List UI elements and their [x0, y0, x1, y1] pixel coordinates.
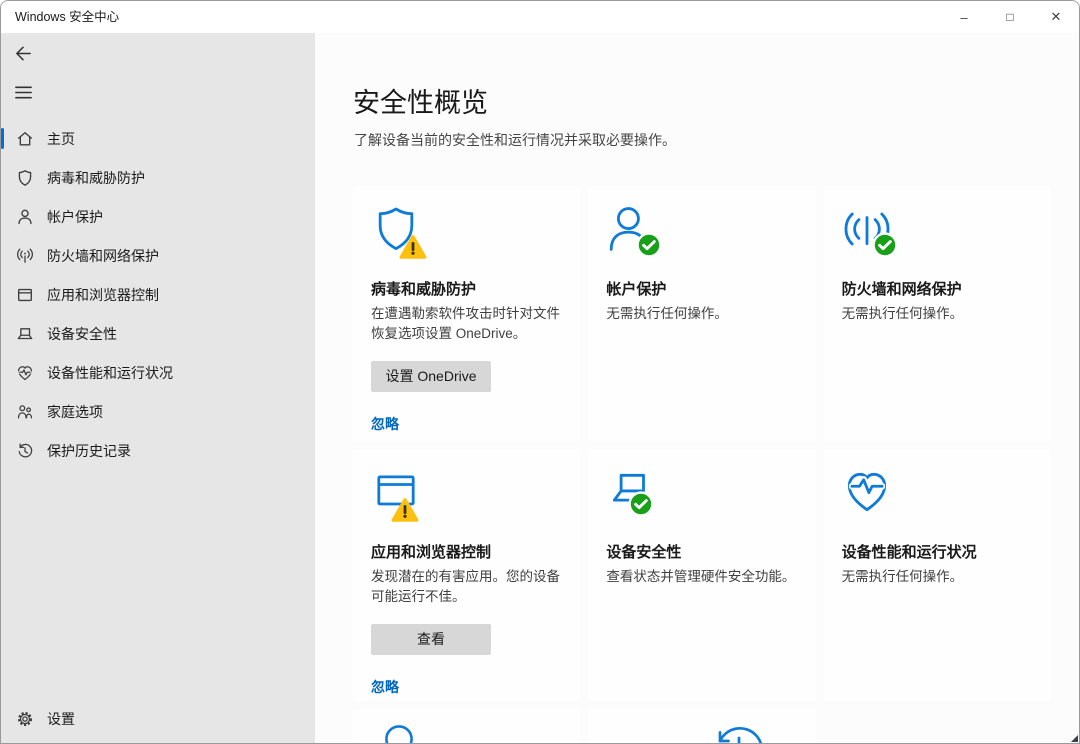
sidebar-item-label: 防火墙和网络保护	[47, 246, 159, 266]
sidebar-item-home[interactable]: 主页	[1, 119, 315, 158]
card-device-performance: 设备性能和运行状况 无需执行任何操作。	[824, 449, 1051, 701]
sidebar-item-label: 设备性能和运行状况	[47, 363, 173, 383]
window-controls: – □ ✕	[941, 1, 1079, 33]
page-title: 安全性概览	[353, 81, 488, 120]
window-title: Windows 安全中心	[15, 1, 119, 33]
sidebar-item-label: 家庭选项	[47, 402, 103, 422]
card-title: 设备性能和运行状况	[842, 541, 1033, 562]
laptop-icon	[15, 324, 34, 343]
network-icon	[15, 246, 34, 265]
ok-badge-icon	[628, 491, 654, 517]
card-grid: 病毒和威胁防护 在遭遇勒索软件攻击时针对文件恢复选项设置 OneDrive。 设…	[353, 186, 1051, 743]
sidebar-item-firewall[interactable]: 防火墙和网络保护	[1, 236, 315, 275]
card-description: 查看状态并管理硬件安全功能。	[606, 567, 797, 587]
card-title: 设备安全性	[606, 541, 797, 562]
minimize-button[interactable]: –	[941, 1, 987, 33]
dismiss-link[interactable]: 忽略	[371, 677, 399, 697]
sidebar-item-label: 保护历史记录	[47, 441, 131, 461]
sidebar-item-label: 应用和浏览器控制	[47, 285, 159, 305]
menu-button[interactable]	[12, 81, 34, 103]
card-protection-history	[588, 709, 815, 743]
sidebar-item-family[interactable]: 家庭选项	[1, 392, 315, 431]
sidebar-item-label: 设置	[47, 709, 75, 729]
card-title: 帐户保护	[606, 278, 797, 299]
review-button[interactable]: 查看	[371, 624, 491, 655]
person-icon	[606, 204, 656, 254]
sidebar-item-settings[interactable]: 设置	[1, 699, 315, 738]
sidebar-settings: 设置	[1, 699, 315, 738]
ok-badge-icon	[872, 232, 898, 258]
family-icon	[15, 402, 34, 421]
card-account-protection: 帐户保护 无需执行任何操作。	[588, 186, 815, 441]
card-title: 病毒和威胁防护	[371, 278, 562, 299]
card-device-security: 设备安全性 查看状态并管理硬件安全功能。	[588, 449, 815, 701]
sidebar-item-device-performance[interactable]: 设备性能和运行状况	[1, 353, 315, 392]
heart-pulse-icon	[842, 467, 892, 517]
card-app-browser: 应用和浏览器控制 发现潜在的有害应用。您的设备可能运行不佳。 查看 忽略	[353, 449, 580, 701]
back-arrow-icon	[14, 44, 33, 63]
gear-icon	[15, 709, 34, 728]
sidebar-item-label: 设备安全性	[47, 324, 117, 344]
ok-badge-icon	[636, 232, 662, 258]
card-description: 发现潜在的有害应用。您的设备可能运行不佳。	[371, 567, 562, 606]
page-subtitle: 了解设备当前的安全性和运行情况并采取必要操作。	[354, 130, 676, 150]
card-family-options	[353, 709, 580, 743]
shield-icon	[371, 204, 421, 254]
setup-onedrive-button[interactable]: 设置 OneDrive	[371, 361, 491, 392]
sidebar-item-virus-threat[interactable]: 病毒和威胁防护	[1, 158, 315, 197]
home-icon	[15, 129, 34, 148]
resize-grip[interactable]	[1071, 735, 1078, 742]
titlebar: Windows 安全中心 – □ ✕	[1, 1, 1079, 33]
app-window-icon	[371, 467, 421, 517]
history-icon	[710, 721, 766, 743]
card-firewall-network: 防火墙和网络保护 无需执行任何操作。	[824, 186, 1051, 441]
app-window: Windows 安全中心 – □ ✕ 主页	[0, 0, 1080, 744]
sidebar-nav: 主页 病毒和威胁防护 帐户保护 防火墙和网络保护	[1, 119, 315, 470]
sidebar: 主页 病毒和威胁防护 帐户保护 防火墙和网络保护	[1, 33, 315, 744]
card-description: 在遭遇勒索软件攻击时针对文件恢复选项设置 OneDrive。	[371, 304, 562, 343]
card-description: 无需执行任何操作。	[842, 567, 1033, 587]
warning-badge-icon	[399, 234, 427, 260]
sidebar-item-label: 帐户保护	[47, 207, 103, 227]
network-icon	[842, 204, 892, 254]
back-button[interactable]	[12, 42, 34, 64]
card-description: 无需执行任何操作。	[606, 304, 797, 324]
sidebar-item-app-browser[interactable]: 应用和浏览器控制	[1, 275, 315, 314]
sidebar-item-account[interactable]: 帐户保护	[1, 197, 315, 236]
sidebar-item-device-security[interactable]: 设备安全性	[1, 314, 315, 353]
family-icon	[384, 723, 414, 743]
history-icon	[15, 441, 34, 460]
close-button[interactable]: ✕	[1033, 1, 1079, 33]
laptop-icon	[606, 467, 656, 517]
selected-indicator	[1, 128, 4, 149]
card-title: 防火墙和网络保护	[842, 278, 1033, 299]
maximize-button[interactable]: □	[987, 1, 1033, 33]
warning-badge-icon	[391, 497, 419, 523]
sidebar-item-label: 病毒和威胁防护	[47, 168, 145, 188]
person-icon	[15, 207, 34, 226]
dismiss-link[interactable]: 忽略	[371, 414, 399, 434]
sidebar-item-label: 主页	[47, 129, 75, 149]
grid-empty-cell	[824, 709, 1051, 743]
card-description: 无需执行任何操作。	[842, 304, 1033, 324]
app-window-icon	[15, 285, 34, 304]
card-title: 应用和浏览器控制	[371, 541, 562, 562]
main-content: 安全性概览 了解设备当前的安全性和运行情况并采取必要操作。 病毒和威胁防护 在遭…	[315, 33, 1079, 743]
hamburger-icon	[14, 83, 33, 102]
card-virus-threat: 病毒和威胁防护 在遭遇勒索软件攻击时针对文件恢复选项设置 OneDrive。 设…	[353, 186, 580, 441]
heart-pulse-icon	[15, 363, 34, 382]
shield-icon	[15, 168, 34, 187]
sidebar-item-protection-history[interactable]: 保护历史记录	[1, 431, 315, 470]
